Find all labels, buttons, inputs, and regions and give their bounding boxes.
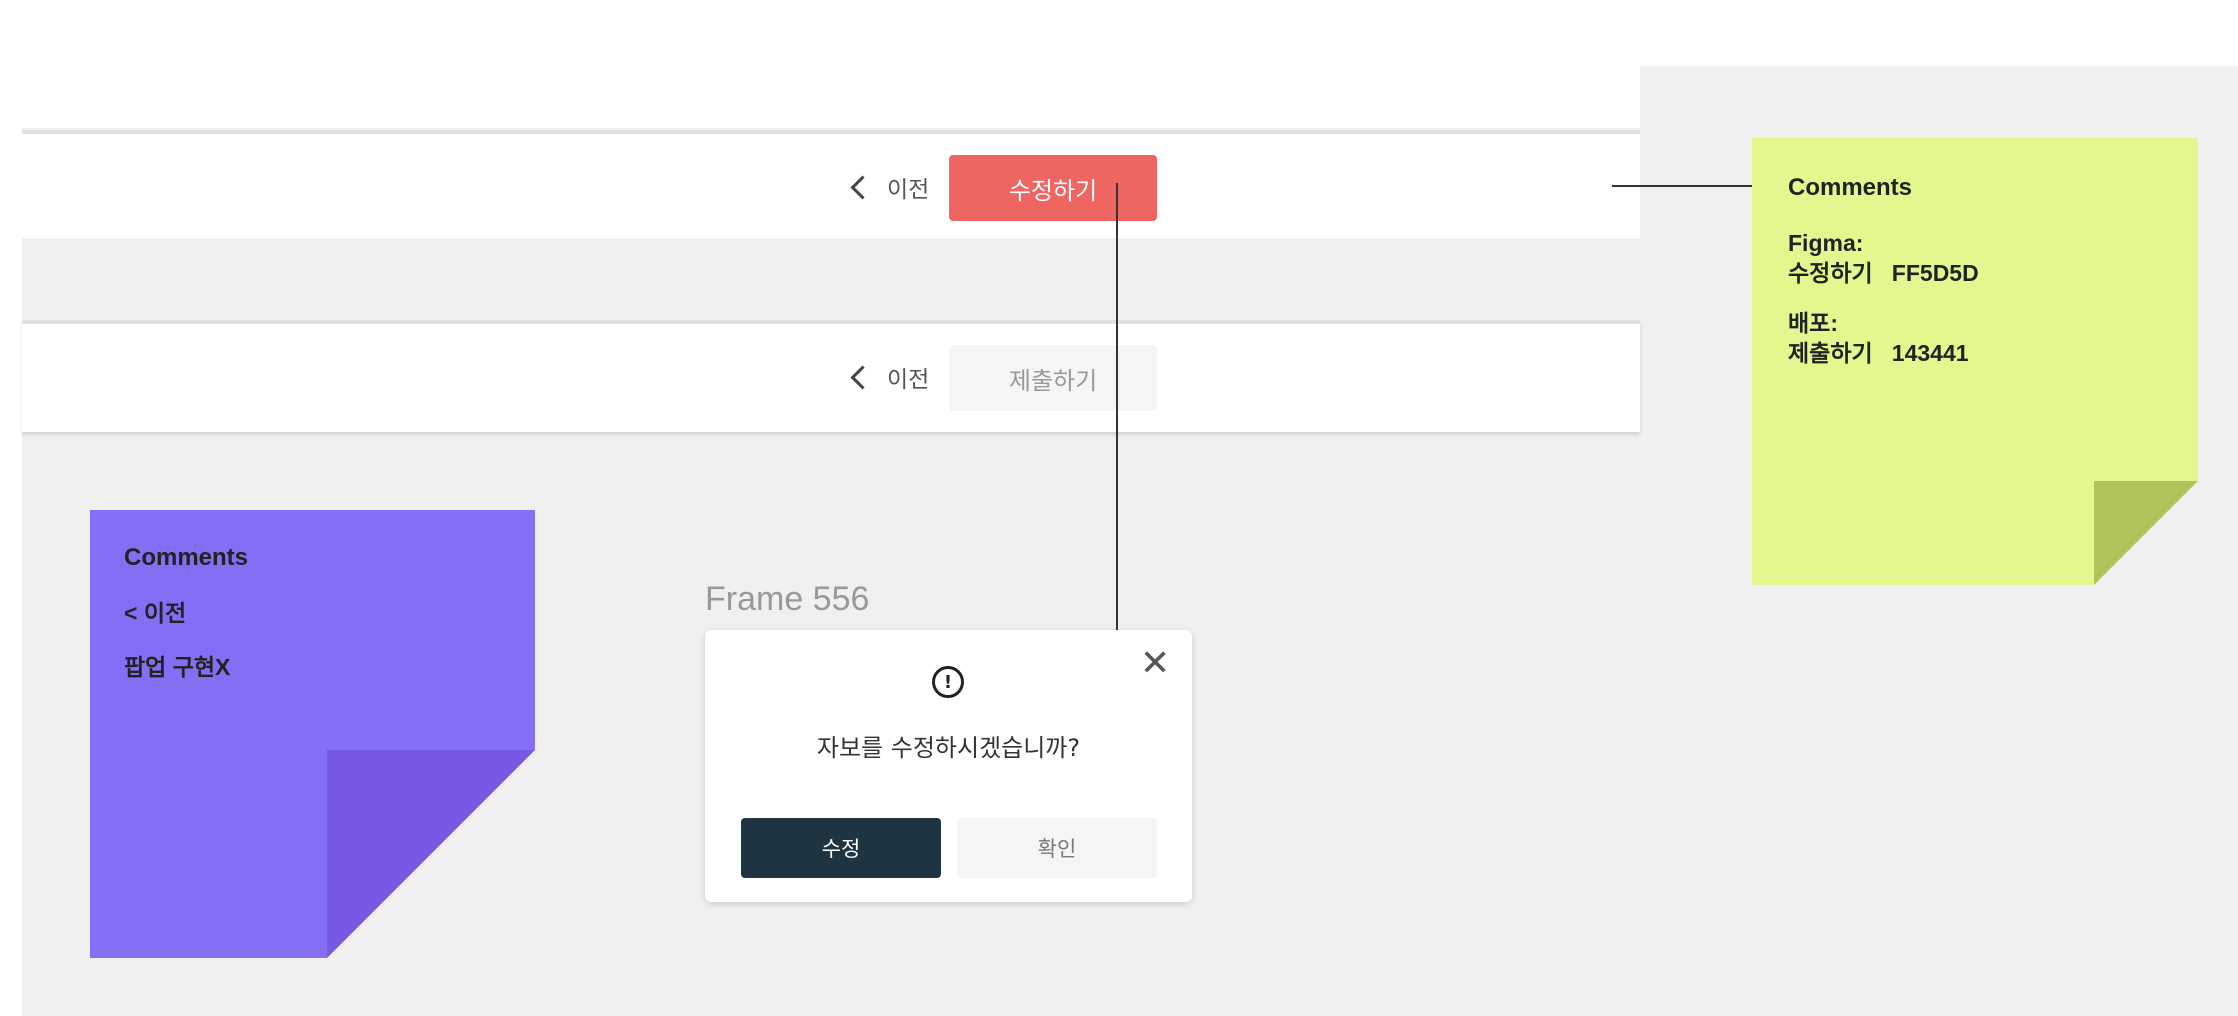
figma-label: Figma: [1788,230,1864,256]
top-white-area [0,0,1640,128]
deploy-label: 배포: [1788,310,1838,336]
action-bar-submit: 이전 제출하기 [22,320,1640,432]
sticky-line: 팝업 구현X [124,654,231,680]
sticky-line: < 이전 [124,600,187,626]
sticky-note-purple[interactable]: Comments < 이전 팝업 구현X [90,510,535,958]
prev-label: 이전 [887,367,930,393]
sticky-fold [2094,481,2198,585]
prev-button[interactable]: 이전 [848,360,929,394]
alert-circle-icon: ! [932,666,964,698]
prev-label: 이전 [887,177,930,203]
confirm-modal: ! ✕ 자보를 수정하시겠습니까? 수정 확인 [705,630,1192,902]
chevron-left-icon [850,364,875,390]
sticky-fold [327,750,535,958]
submit-button[interactable]: 제출하기 [949,345,1157,411]
sticky-note-green[interactable]: Comments Figma: 수정하기 FF5D5D 배포: 제출하기 143… [1752,138,2198,585]
sticky-title: Comments [1788,174,1913,201]
edit-button[interactable]: 수정하기 [949,155,1157,221]
prev-button[interactable]: 이전 [848,170,929,204]
action-bar-edit: 이전 수정하기 [22,130,1640,238]
modal-message: 자보를 수정하시겠습니까? [816,734,1081,762]
close-icon[interactable]: ✕ [1140,644,1170,684]
figma-color-line: 수정하기 FF5D5D [1788,260,1979,286]
modal-edit-button[interactable]: 수정 [741,818,941,878]
sticky-title: Comments [124,544,249,571]
deploy-color-line: 제출하기 143441 [1788,340,1969,366]
chevron-left-icon [850,174,875,200]
modal-confirm-button[interactable]: 확인 [957,818,1157,878]
frame-label: Frame 556 [705,580,870,618]
comment-connector-line [1612,185,1770,187]
modal-connector-line [1116,183,1118,691]
